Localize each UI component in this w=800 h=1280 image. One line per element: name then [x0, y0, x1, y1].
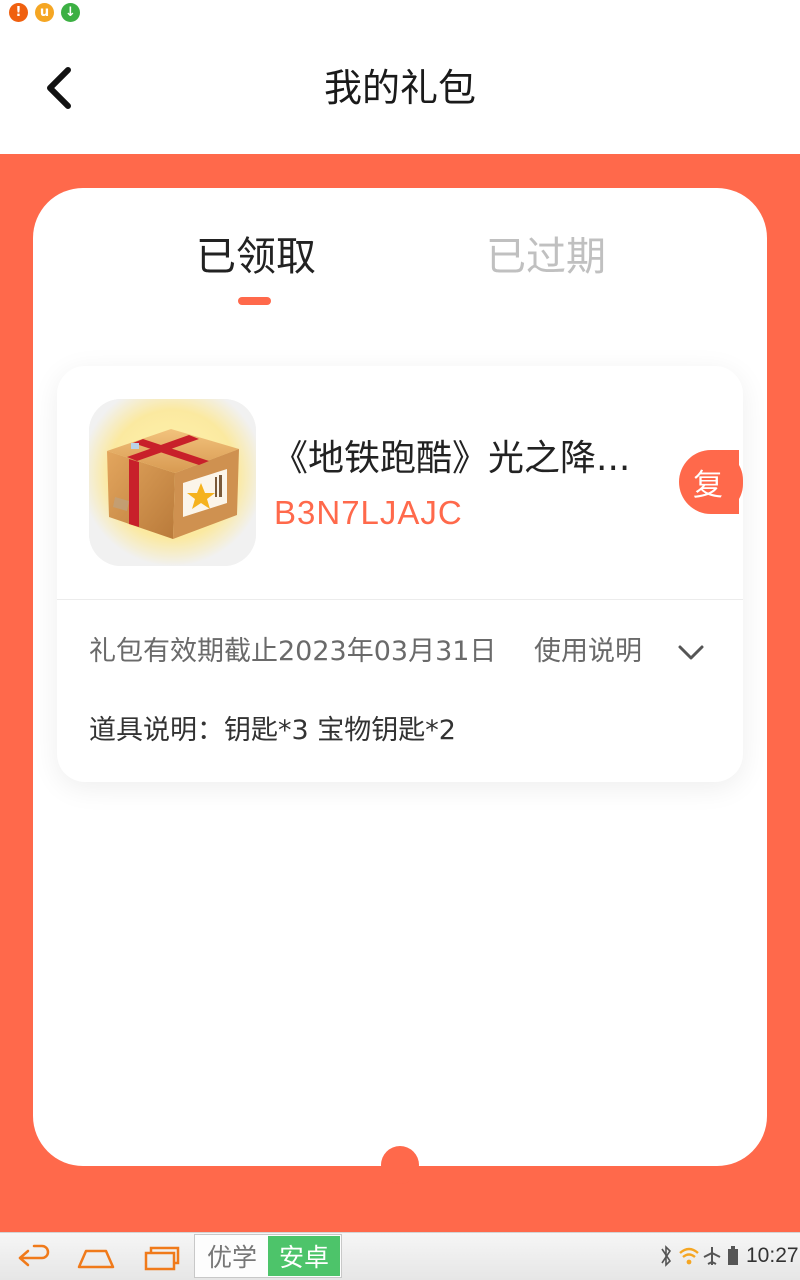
bluetooth-icon	[661, 1245, 672, 1267]
header: 我的礼包	[0, 26, 800, 154]
battery-icon	[728, 1246, 738, 1265]
home-nav-icon[interactable]	[76, 1243, 116, 1273]
chevron-down-icon[interactable]	[676, 638, 706, 666]
ime-option-anzhuo[interactable]: 安卓	[268, 1236, 340, 1276]
recent-apps-nav-icon[interactable]	[142, 1243, 182, 1273]
props-description: 道具说明：钥匙*3 宝物钥匙*2	[89, 715, 456, 746]
gift-title: 《地铁跑酷》光之降...	[272, 438, 631, 479]
card-divider	[57, 599, 743, 600]
gift-code: B3N7LJAJC	[274, 494, 463, 531]
system-status-icons	[661, 1245, 738, 1267]
uc-notification-icon: u	[35, 3, 54, 22]
usage-instructions-toggle[interactable]: 使用说明	[534, 632, 642, 672]
card-notch-decoration	[381, 1146, 419, 1184]
copy-code-button[interactable]: 复	[679, 450, 743, 514]
wifi-icon	[679, 1247, 699, 1265]
download-notification-icon: ↓	[61, 3, 80, 22]
tab-claimed[interactable]: 已领取	[196, 228, 318, 286]
airplane-mode-icon	[703, 1247, 721, 1265]
clock: 10:27	[746, 1244, 799, 1267]
alert-notification-icon: !	[9, 3, 28, 22]
active-tab-indicator	[238, 297, 271, 305]
ime-option-youxue[interactable]: 优学	[198, 1237, 266, 1275]
gift-box-icon	[89, 399, 256, 566]
tab-expired[interactable]: 已过期	[486, 228, 608, 286]
validity-text: 礼包有效期截止2023年03月31日	[89, 636, 497, 667]
copy-button-label: 复	[693, 468, 723, 503]
back-nav-icon[interactable]	[14, 1243, 54, 1273]
page-title: 我的礼包	[323, 66, 476, 110]
status-bar: ! u ↓	[0, 0, 800, 26]
